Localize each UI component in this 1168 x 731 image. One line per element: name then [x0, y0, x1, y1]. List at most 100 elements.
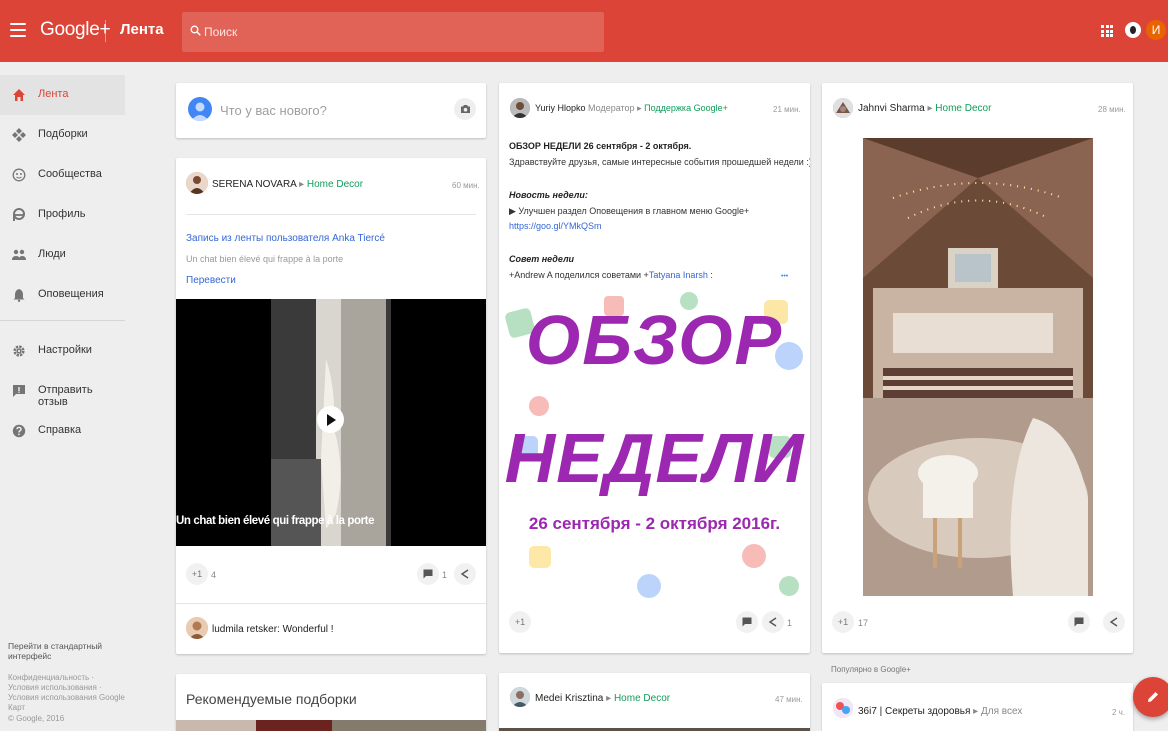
sidebar-item-help[interactable]: Справка: [0, 411, 125, 451]
help-icon: [11, 423, 27, 439]
commenter-avatar[interactable]: [186, 617, 208, 639]
sidebar-item-label: Подборки: [38, 128, 88, 140]
comment-author[interactable]: ludmila retsker: [212, 624, 277, 635]
author-avatar[interactable]: [833, 698, 853, 718]
compose-placeholder[interactable]: Что у вас нового?: [220, 103, 327, 118]
post-banner-image[interactable]: ОБЗОР НЕДЕЛИ 26 сентября - 2 октября 201…: [499, 286, 810, 601]
sidebar-item-communities[interactable]: Сообщества: [0, 155, 125, 195]
post-time[interactable]: 28 мин.: [1098, 105, 1126, 114]
plus-one-count: 17: [858, 618, 869, 628]
sidebar: Лента Подборки Сообщества Профиль Люди О…: [0, 62, 165, 731]
sidebar-item-feed[interactable]: Лента: [0, 75, 125, 115]
sidebar-item-label: Сообщества: [38, 168, 102, 180]
sidebar-item-notifications[interactable]: Оповещения: [0, 275, 125, 315]
communities-icon: [11, 167, 27, 183]
top-app-bar: Google+ Лента И: [0, 0, 1168, 62]
sidebar-item-feedback[interactable]: Отправить отзыв: [0, 371, 125, 411]
search-box[interactable]: [182, 12, 604, 52]
post-time[interactable]: 21 мин.: [773, 105, 801, 114]
plus-one-button[interactable]: +1: [832, 611, 854, 633]
post-intro: Здравствуйте друзья, самые интересные со…: [509, 157, 810, 167]
sidebar-item-label: Отправить отзыв: [38, 384, 93, 408]
video-player[interactable]: Un chat bien élevé qui frappe à la porte: [176, 299, 486, 546]
page-title: Лента: [120, 21, 164, 38]
share-icon[interactable]: [1103, 611, 1125, 633]
plus-one-button[interactable]: +1: [186, 563, 208, 585]
thumbnail[interactable]: [332, 720, 486, 731]
bell-icon: [11, 287, 27, 303]
account-avatar[interactable]: И: [1146, 20, 1166, 40]
news-link[interactable]: https://goo.gl/YMkQSm: [509, 221, 602, 231]
thumbnail[interactable]: [256, 720, 332, 731]
comment-icon[interactable]: [1068, 611, 1090, 633]
post-card-jahnvi: Jahnvi Sharma ▸ Home Decor 28 мин. +1 17: [822, 83, 1133, 653]
sidebar-item-people[interactable]: Люди: [0, 235, 125, 275]
post-header: Medei Krisztina ▸ Home Decor: [535, 693, 671, 704]
author-name[interactable]: Jahnvi Sharma: [858, 103, 925, 114]
camera-icon[interactable]: [454, 98, 476, 120]
compose-card[interactable]: Что у вас нового?: [176, 83, 486, 138]
compose-post-button[interactable]: [1133, 677, 1168, 717]
author-name[interactable]: Medei Krisztina: [535, 693, 603, 704]
post-time[interactable]: 2 ч.: [1112, 708, 1125, 717]
author-name[interactable]: Yuriy Hlopko: [535, 103, 586, 113]
banner-title-line1: ОБЗОР: [525, 301, 784, 379]
post-header: Jahnvi Sharma ▸ Home Decor: [858, 103, 992, 114]
author-role: Модератор: [588, 103, 635, 113]
play-icon[interactable]: [317, 406, 344, 433]
menu-icon[interactable]: [10, 20, 26, 40]
sidebar-item-label: Настройки: [38, 344, 92, 356]
post-time[interactable]: 47 мин.: [775, 695, 803, 704]
divider: [186, 214, 476, 215]
community-link[interactable]: Home Decor: [935, 103, 991, 114]
reshare-user-link[interactable]: Anka Tiercé: [332, 233, 385, 244]
author-avatar[interactable]: [510, 98, 530, 118]
attic-bedroom-photo: [863, 138, 1093, 596]
community-link[interactable]: Поддержка Google+: [644, 103, 728, 113]
reshare-prefix: Запись из ленты пользователя: [186, 233, 330, 244]
thumbnail[interactable]: [176, 720, 256, 731]
author-avatar[interactable]: [833, 98, 853, 118]
reshare-line: Запись из ленты пользователя Anka Tiercé: [186, 233, 385, 244]
popular-label: Популярно в Google+: [831, 665, 911, 674]
footer-links[interactable]: Конфиденциальность · Условия использован…: [8, 673, 126, 713]
post-photo[interactable]: [863, 138, 1093, 596]
community-link[interactable]: Home Decor: [307, 179, 363, 190]
community-link[interactable]: Home Decor: [614, 693, 670, 704]
comment-icon[interactable]: [736, 611, 758, 633]
tip-user-link[interactable]: Tatyana Inarsh: [649, 270, 708, 280]
author-name[interactable]: 36i7 | Секреты здоровья: [858, 706, 970, 717]
sidebar-item-collections[interactable]: Подборки: [0, 115, 125, 155]
people-icon: [11, 247, 27, 263]
translate-link[interactable]: Перевести: [186, 275, 236, 286]
search-input[interactable]: [204, 22, 584, 42]
community-link[interactable]: Для всех: [981, 706, 1022, 717]
author-name[interactable]: SERENA NOVARA: [212, 179, 296, 190]
google-plus-logo[interactable]: Google+: [40, 19, 111, 41]
comment-icon[interactable]: [417, 563, 439, 585]
more-icon[interactable]: • • •: [781, 273, 788, 280]
avatar: [188, 97, 212, 121]
collection-thumbnails[interactable]: [176, 720, 486, 731]
tip-text: +Andrew A поделился советами +Tatyana In…: [509, 270, 713, 280]
banner-title-line2: НЕДЕЛИ: [504, 419, 805, 497]
plus-one-button[interactable]: +1: [509, 611, 531, 633]
share-icon[interactable]: [454, 563, 476, 585]
share-count: 1: [787, 618, 793, 628]
classic-interface-link[interactable]: Перейти в стандартный интерфейс: [8, 641, 126, 661]
author-avatar[interactable]: [510, 687, 530, 707]
popular-post-card: 36i7 | Секреты здоровья ▸ Для всех 2 ч.: [822, 683, 1133, 731]
apps-grid-icon[interactable]: [1101, 25, 1113, 37]
tip-prefix: +Andrew A поделился советами +: [509, 270, 649, 280]
post-headline: ОБЗОР НЕДЕЛИ 26 сентября - 2 октября.: [509, 141, 692, 151]
post-time[interactable]: 60 мин.: [452, 181, 480, 190]
sidebar-item-profile[interactable]: Профиль: [0, 195, 125, 235]
news-text: ▶ Улучшен раздел Оповещения в главном ме…: [509, 206, 750, 216]
share-icon[interactable]: [762, 611, 784, 633]
post-header: 36i7 | Секреты здоровья ▸ Для всех: [858, 706, 1023, 717]
author-avatar[interactable]: [186, 172, 208, 194]
copyright: © Google, 2016: [8, 714, 65, 723]
comment-text: Wonderful !: [282, 624, 334, 635]
sidebar-item-settings[interactable]: Настройки: [0, 331, 125, 371]
notifications-icon[interactable]: [1125, 22, 1141, 38]
